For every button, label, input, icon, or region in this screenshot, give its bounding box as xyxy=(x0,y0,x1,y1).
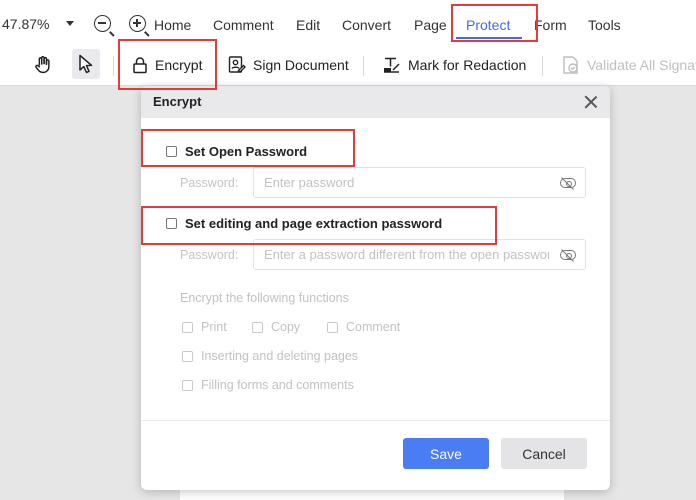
cursor-arrow-icon xyxy=(79,54,93,74)
close-icon[interactable] xyxy=(584,95,598,109)
copy-label: Copy xyxy=(271,320,301,334)
sign-document-label: Sign Document xyxy=(253,57,349,73)
hide-password-eye-icon[interactable] xyxy=(560,178,576,188)
set-open-password-checkbox[interactable]: Set Open Password xyxy=(166,144,307,159)
encrypt-label: Encrypt xyxy=(155,57,203,73)
checkbox-box[interactable] xyxy=(182,379,193,391)
set-editing-password-checkbox[interactable]: Set editing and page extraction password xyxy=(166,216,442,231)
menu-form[interactable]: Form xyxy=(534,17,567,33)
hand-icon xyxy=(35,56,50,74)
menu-convert[interactable]: Convert xyxy=(342,17,391,33)
hide-password-eye-icon[interactable] xyxy=(560,250,576,260)
active-tab-underline xyxy=(456,37,522,39)
open-password-input[interactable] xyxy=(253,167,586,198)
toolbar-divider xyxy=(113,56,114,76)
encrypt-functions-heading: Encrypt the following functions xyxy=(180,291,349,305)
toolbar-divider xyxy=(363,56,364,76)
filling-forms-comments-checkbox[interactable]: Filling forms and comments xyxy=(182,378,354,392)
mark-for-redaction-label: Mark for Redaction xyxy=(408,57,527,73)
checkbox-box[interactable] xyxy=(327,321,338,333)
editing-password-input[interactable] xyxy=(253,239,586,270)
redaction-icon xyxy=(384,57,400,73)
print-label: Print xyxy=(201,320,227,334)
validate-all-signatures-button[interactable]: Validate All Signatures xyxy=(561,46,696,84)
checkbox-box[interactable] xyxy=(182,321,193,333)
open-password-field-label: Password: xyxy=(180,176,239,190)
checkbox-box[interactable] xyxy=(252,321,263,333)
inserting-deleting-pages-label: Inserting and deleting pages xyxy=(201,349,359,363)
inserting-deleting-pages-checkbox[interactable]: Inserting and deleting pages xyxy=(182,349,358,363)
save-button[interactable]: Save xyxy=(403,438,489,469)
filling-forms-comments-label: Filling forms and comments xyxy=(201,378,354,392)
lock-icon xyxy=(133,57,147,74)
editing-password-field-label: Password: xyxy=(180,248,239,262)
mark-for-redaction-button[interactable]: Mark for Redaction xyxy=(382,46,526,84)
comment-label: Comment xyxy=(346,320,401,334)
checkbox-box[interactable] xyxy=(166,146,177,157)
select-tool-button[interactable] xyxy=(72,49,100,79)
set-editing-password-label: Set editing and page extraction password xyxy=(185,216,443,231)
encrypt-dialog: Encrypt Set Open Password Password: Set … xyxy=(141,86,610,490)
sign-document-button[interactable]: Sign Document xyxy=(227,46,349,84)
dialog-footer-divider xyxy=(141,420,610,421)
toolbar-divider xyxy=(542,56,543,76)
comment-checkbox[interactable]: Comment xyxy=(327,320,400,334)
validate-all-signatures-label: Validate All Signatures xyxy=(587,57,696,73)
zoom-dropdown-caret-icon[interactable] xyxy=(66,21,74,26)
copy-checkbox[interactable]: Copy xyxy=(252,320,300,334)
menu-tools[interactable]: Tools xyxy=(588,17,621,33)
menu-page[interactable]: Page xyxy=(414,17,447,33)
cancel-button[interactable]: Cancel xyxy=(501,438,587,469)
sign-document-icon xyxy=(228,56,246,73)
zoom-level[interactable]: 47.87% xyxy=(2,16,49,32)
menu-edit[interactable]: Edit xyxy=(296,17,320,33)
menu-protect[interactable]: Protect xyxy=(466,17,510,33)
set-open-password-label: Set Open Password xyxy=(185,144,308,159)
print-checkbox[interactable]: Print xyxy=(182,320,227,334)
zoom-out-icon[interactable] xyxy=(94,15,115,37)
checkbox-box[interactable] xyxy=(182,350,193,362)
menu-home[interactable]: Home xyxy=(154,17,191,33)
zoom-in-icon[interactable] xyxy=(129,15,150,37)
protect-toolbar: Encrypt Sign Document Mark for Redaction… xyxy=(0,46,696,86)
validate-signature-icon xyxy=(563,56,578,74)
menu-comment[interactable]: Comment xyxy=(213,17,274,33)
hand-tool-button[interactable] xyxy=(32,46,54,84)
menu-bar: 47.87% Home Comment Edit Convert Page Pr… xyxy=(0,0,696,46)
dialog-title: Encrypt xyxy=(153,94,202,109)
dialog-header: Encrypt xyxy=(141,86,610,118)
encrypt-button[interactable]: Encrypt xyxy=(131,46,202,84)
checkbox-box[interactable] xyxy=(166,218,177,229)
